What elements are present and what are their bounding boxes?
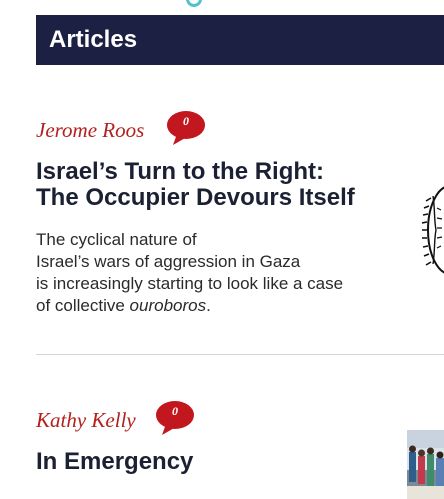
headline-line: The Occupier Devours Itself — [36, 184, 355, 211]
ring-icon — [186, 0, 202, 7]
section-header: Articles — [36, 15, 444, 65]
excerpt-line: The cyclical nature of — [36, 230, 197, 249]
drawing-illustration — [422, 186, 444, 274]
excerpt-line: Israel’s wars of aggression in Gaza — [36, 252, 301, 271]
comment-count-button[interactable]: 0 — [156, 401, 198, 437]
article-card: Jerome Roos 0 Israel’s Turn to the Right… — [36, 108, 444, 355]
excerpt-line-end: . — [206, 296, 211, 315]
author-link[interactable]: Kathy Kelly — [36, 408, 136, 432]
headline-line: Israel’s Turn to the Right: — [36, 158, 325, 185]
comment-count-button[interactable]: 0 — [167, 111, 209, 147]
section-title: Articles — [49, 26, 138, 53]
article-thumbnail[interactable] — [422, 178, 444, 278]
excerpt-emphasis: ouroboros — [129, 296, 207, 315]
excerpt-line: is increasingly starting to look like a … — [36, 274, 344, 293]
article-card: Kathy Kelly 0 In Emergency — [36, 398, 444, 499]
author-link[interactable]: Jerome Roos — [36, 118, 144, 142]
excerpt-line: of collective — [36, 296, 130, 315]
article-thumbnail[interactable] — [407, 430, 444, 499]
article-headline[interactable]: In Emergency — [36, 449, 388, 475]
photo-image — [407, 430, 444, 499]
article-headline[interactable]: Israel’s Turn to the Right: The Occupier… — [36, 159, 388, 211]
comment-count: 0 — [183, 114, 189, 128]
article-excerpt: The cyclical nature of Israel’s wars of … — [36, 229, 376, 317]
comment-count: 0 — [172, 404, 178, 418]
